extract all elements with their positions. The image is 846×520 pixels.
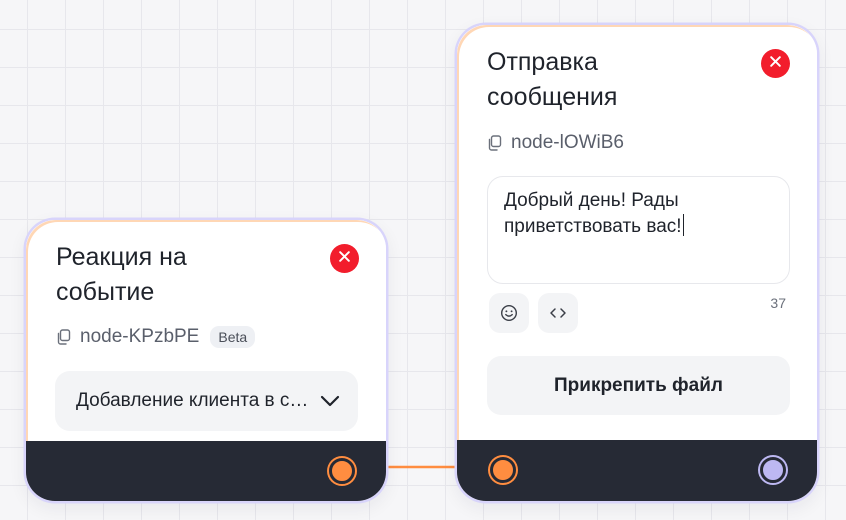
emoji-icon	[500, 304, 518, 322]
code-icon	[549, 306, 567, 320]
copy-icon[interactable]	[487, 135, 502, 151]
send-message-node[interactable]: Отправка сообщения node-lOWiB6 Добрый де…	[456, 24, 818, 502]
close-node-button[interactable]	[330, 244, 359, 273]
node-title: Отправка сообщения	[487, 48, 618, 111]
close-node-button[interactable]	[761, 49, 790, 78]
event-type-select[interactable]: Добавление клиента в систему	[55, 371, 358, 431]
emoji-button[interactable]	[489, 293, 529, 333]
node-id-label: node-KPzbPE	[80, 326, 200, 347]
node-title: Реакция на событие	[56, 243, 187, 306]
node-id-row: node-KPzbPE Beta	[56, 326, 256, 348]
event-reaction-node[interactable]: Реакция на событие node-KPzbPE Beta Доба…	[25, 219, 387, 502]
chevron-down-icon	[320, 395, 340, 407]
attach-file-button[interactable]: Прикрепить файл	[487, 356, 790, 415]
message-text: Добрый день! Рады приветствовать вас!	[504, 190, 682, 237]
character-count: 37	[770, 295, 786, 311]
node-id-row: node-lOWiB6	[487, 132, 624, 154]
close-icon	[338, 250, 351, 268]
message-textarea[interactable]: Добрый день! Рады приветствовать вас!	[487, 176, 790, 284]
node-footer	[457, 440, 817, 501]
code-button[interactable]	[538, 293, 578, 333]
node-id-label: node-lOWiB6	[511, 132, 624, 153]
text-caret	[682, 214, 685, 236]
close-icon	[769, 55, 782, 73]
copy-icon[interactable]	[56, 329, 71, 345]
input-port[interactable]	[490, 457, 516, 483]
output-port[interactable]	[760, 457, 786, 483]
node-footer	[26, 441, 386, 501]
event-type-value: Добавление клиента в систему	[76, 390, 316, 411]
beta-badge: Beta	[210, 326, 256, 348]
output-port[interactable]	[329, 458, 355, 484]
